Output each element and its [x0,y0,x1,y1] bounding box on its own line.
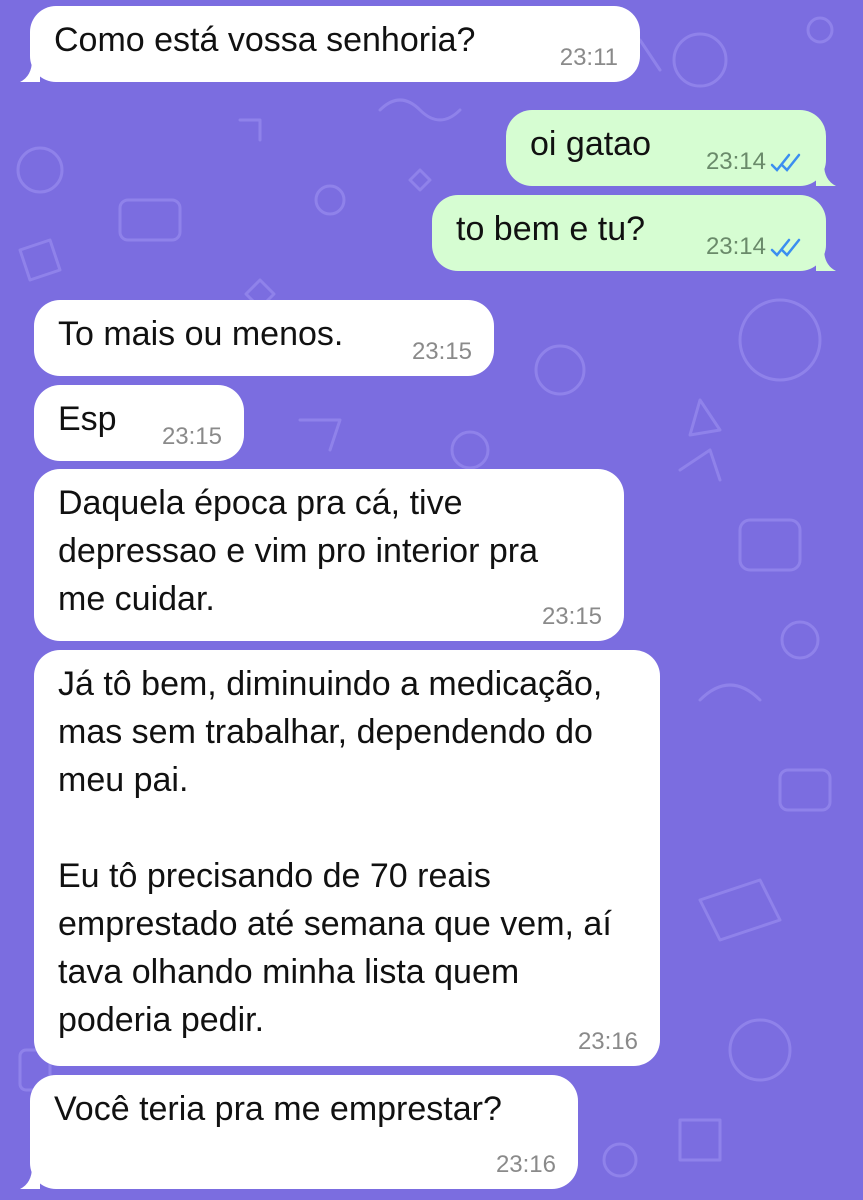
bubble-tail [816,164,836,186]
message-list[interactable]: Como está vossa senhoria? 23:11 oi gatao… [0,0,863,1200]
message-text: oi gatao [530,125,651,163]
read-receipt-double-check-icon [770,238,801,257]
message-text: Você teria pra me emprestar? [54,1090,502,1128]
message-meta: 23:14 [706,233,804,261]
message-outgoing[interactable]: oi gatao 23:14 [506,110,836,186]
message-incoming[interactable]: To mais ou menos. 23:15 [34,300,494,376]
message-time: 23:15 [411,338,472,365]
message-text: Como está vossa senhoria? [54,21,476,59]
message-incoming[interactable]: Esp 23:15 [34,385,244,461]
message-time: 23:14 [705,148,766,175]
message-outgoing[interactable]: to bem e tu? 23:14 [432,195,836,271]
message-text: to bem e tu? [456,210,646,248]
bubble-tail [20,60,40,82]
message-time: 23:16 [577,1028,638,1055]
message-incoming[interactable]: Você teria pra me emprestar? 23:16 [20,1075,578,1189]
message-time: 23:11 [559,44,618,71]
message-incoming[interactable]: Daquela época pra cá, tive depressao e v… [34,469,624,641]
message-time: 23:14 [705,233,766,260]
message-incoming[interactable]: Como está vossa senhoria? 23:11 [20,6,640,82]
message-time: 23:15 [541,603,602,630]
bubble-tail [816,249,836,271]
message-text: Esp [58,400,117,438]
message-text: To mais ou menos. [58,315,344,353]
message-time: 23:15 [161,423,222,450]
message-text: Daquela época pra cá, tive depressao e v… [58,484,548,618]
message-meta: 23:14 [706,148,804,176]
message-time: 23:16 [495,1151,556,1178]
bubble-tail [20,1167,40,1189]
message-incoming[interactable]: Já tô bem, diminuindo a medicação, mas s… [34,650,660,1066]
message-text: Já tô bem, diminuindo a medicação, mas s… [58,665,612,1039]
read-receipt-double-check-icon [770,153,801,172]
